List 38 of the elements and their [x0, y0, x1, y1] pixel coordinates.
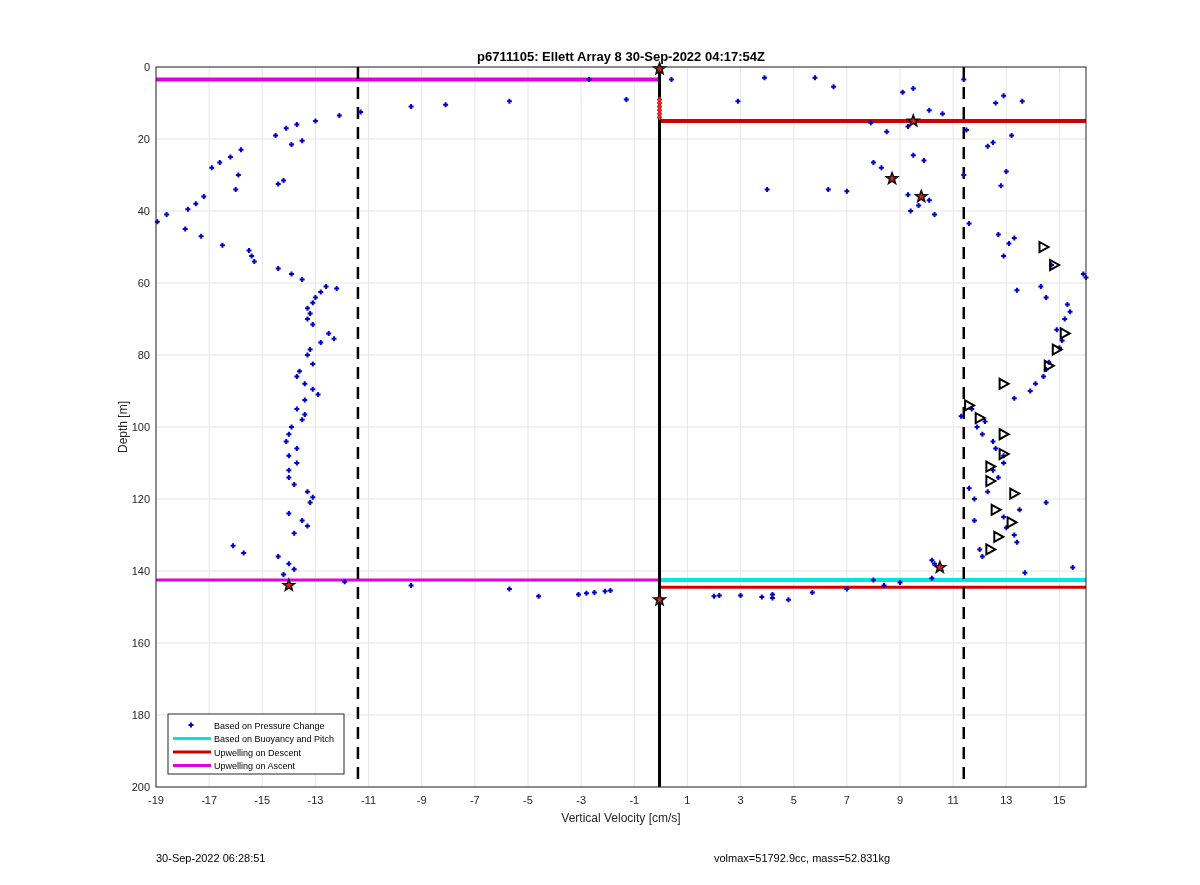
y-tick-label: 140: [131, 565, 150, 577]
legend-label: Upwelling on Descent: [214, 747, 302, 758]
legend-label: Upwelling on Ascent: [214, 761, 296, 771]
y-tick-label: 120: [131, 493, 150, 505]
x-tick-label: 3: [737, 794, 744, 806]
y-tick-label: 60: [137, 277, 150, 289]
x-axis-label: Vertical Velocity [cm/s]: [561, 811, 681, 825]
y-tick-label: 20: [137, 133, 150, 145]
x-tick-label: 13: [1000, 794, 1013, 806]
y-tick-label: 200: [131, 781, 150, 793]
x-tick-label: -11: [361, 794, 377, 806]
y-axis-label: Depth [m]: [116, 401, 130, 453]
x-tick-label: 1: [684, 794, 691, 806]
x-tick-label: 9: [896, 794, 904, 806]
x-tick-label: 11: [947, 794, 959, 806]
footer-summary: volmax=51792.9cc, mass=52.831kg: [714, 852, 891, 864]
y-tick-label: 0: [143, 61, 150, 73]
x-tick-label: 15: [1053, 794, 1066, 806]
x-tick-label: -9: [416, 794, 427, 806]
x-tick-label: -3: [576, 794, 587, 806]
x-tick-label: -19: [148, 794, 164, 806]
x-tick-label: -15: [254, 794, 271, 806]
footer-timestamp: 30-Sep-2022 06:28:51: [156, 852, 266, 864]
chart-title: p6711105: Ellett Array 8 30-Sep-2022 04:17:54Z: [477, 49, 765, 64]
x-tick-label: -5: [523, 794, 533, 806]
x-tick-label: -13: [307, 794, 324, 806]
y-tick-label: 40: [137, 205, 150, 217]
x-tick-label: -7: [469, 794, 480, 806]
x-tick-label: -17: [201, 794, 218, 806]
x-tick-label: 5: [790, 794, 797, 806]
x-tick-label: -1: [629, 794, 640, 806]
y-tick-label: 100: [131, 421, 150, 433]
x-tick-label: 7: [843, 794, 850, 806]
legend-label: Based on Pressure Change: [214, 720, 325, 731]
y-tick-label: 160: [131, 637, 150, 649]
legend-label: Based on Buoyancy and Pitch: [214, 734, 335, 744]
y-tick-label: 80: [137, 349, 150, 361]
y-tick-label: 180: [131, 709, 150, 721]
